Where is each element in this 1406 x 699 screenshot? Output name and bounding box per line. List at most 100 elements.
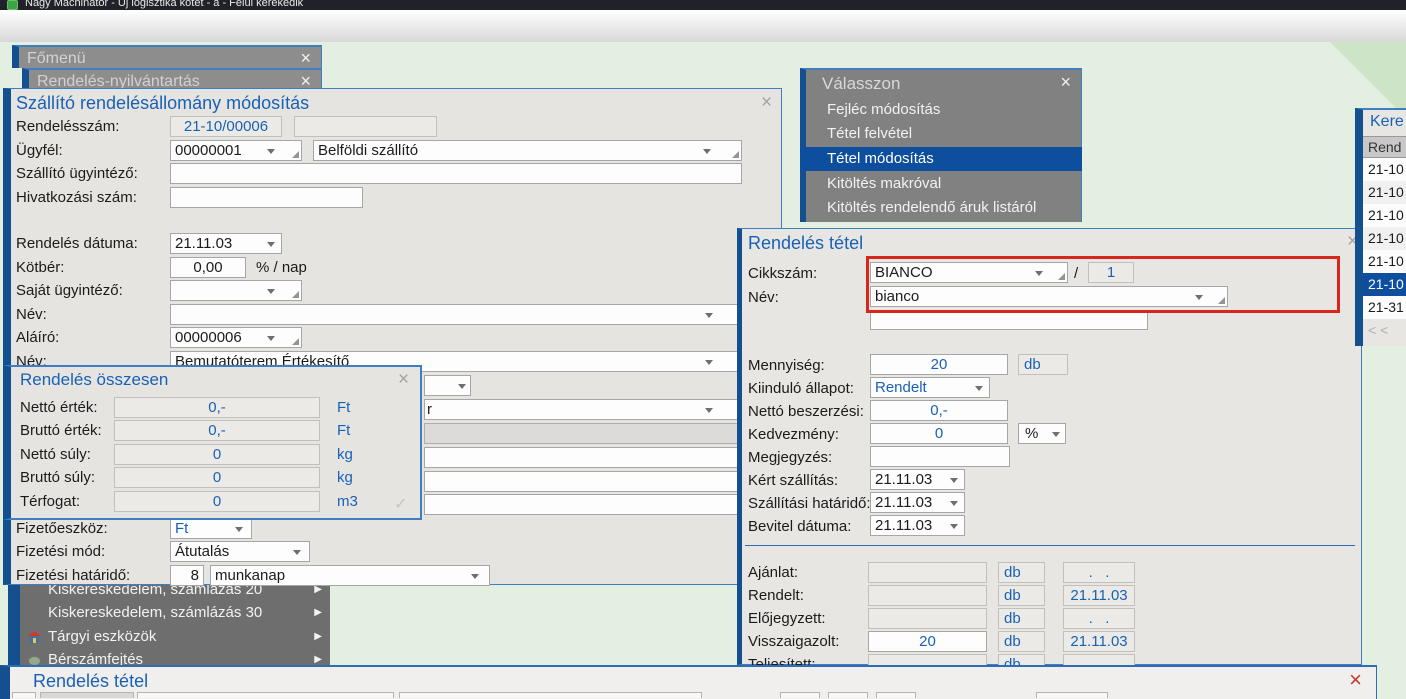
osszesen-dialog-title: Rendelés összesen	[20, 370, 168, 390]
dropdown-arrow-icon[interactable]	[458, 384, 466, 393]
terfogat-field: 0	[114, 491, 320, 512]
dropdown-arrow-icon[interactable]	[705, 408, 713, 417]
kotber-field[interactable]: 0,00	[170, 257, 246, 278]
partial-field[interactable]	[424, 471, 742, 492]
combo-handle-icon[interactable]	[292, 151, 299, 158]
field-label: Nettó súly:	[20, 444, 91, 465]
field-label: Ügyfél:	[16, 140, 63, 161]
field-label: Saját ügyintéző:	[16, 280, 123, 301]
menu-item-fejlec-modositas[interactable]: Fejléc módosítás	[827, 98, 940, 121]
dropdown-arrow-icon[interactable]	[950, 478, 958, 487]
fomenu-title: Főmenü	[27, 49, 86, 69]
brutto-ertek-value: 0,-	[115, 421, 319, 440]
rendelesszam-field[interactable]: 21-10/00006	[170, 116, 282, 137]
ajanlat-unit-field: db	[998, 562, 1045, 583]
dropdown-arrow-icon[interactable]	[267, 149, 275, 158]
order-row[interactable]: 21-10	[1363, 204, 1406, 227]
pager-arrows[interactable]: < <	[1363, 319, 1406, 342]
dropdown-arrow-icon[interactable]	[950, 524, 958, 533]
field-label: Hivatkozási szám:	[16, 187, 137, 208]
partial-field[interactable]: r	[424, 399, 742, 420]
fizetesi-hatarido-unit-combo[interactable]: munkanap	[210, 565, 490, 586]
field-label: Kötbér:	[16, 257, 64, 278]
app-icon	[7, 0, 18, 10]
partial-field[interactable]	[424, 447, 742, 468]
menu-item-kiskereskedelem-30[interactable]: Kiskereskedelem, számlázás 30	[48, 601, 262, 624]
dropdown-arrow-icon[interactable]	[703, 149, 711, 158]
netto-beszerzesi-field[interactable]: 0,-	[870, 400, 1008, 421]
dropdown-arrow-icon[interactable]	[471, 574, 479, 583]
field-label: Ajánlat:	[748, 562, 798, 583]
elojegyzett-unit-field: db	[998, 608, 1045, 629]
field-label: Megjegyzés:	[748, 447, 832, 468]
menu-item-tetel-modositas[interactable]: Tétel módosítás	[827, 147, 934, 170]
kiindulo-allapot-combo[interactable]: Rendelt	[870, 377, 990, 398]
partial-field	[1036, 692, 1108, 698]
tetel-nev2-field[interactable]	[870, 311, 1148, 330]
szallitasi-hatarido-combo[interactable]: 21.11.03	[870, 492, 965, 513]
kedvezmeny-field[interactable]: 0	[870, 423, 1008, 444]
fizetesi-mod-combo[interactable]: Átutalás	[170, 541, 310, 562]
combo-handle-icon[interactable]	[292, 338, 299, 345]
bevitel-datuma-combo[interactable]: 21.11.03	[870, 515, 965, 536]
dropdown-arrow-icon[interactable]	[293, 550, 301, 559]
szallito-ugyintezo-field[interactable]	[170, 163, 742, 184]
bottom-close-icon[interactable]: ×	[1349, 667, 1362, 693]
check-icon[interactable]: ✓	[394, 494, 407, 515]
sajat-ugyintezo-combo[interactable]	[170, 280, 302, 301]
dropdown-arrow-icon[interactable]	[705, 360, 713, 369]
szallito-close-icon[interactable]: ×	[761, 93, 772, 112]
partial-combo-field[interactable]	[424, 375, 471, 396]
menu-item-tetel-felvetel[interactable]: Tétel felvétel	[827, 122, 912, 145]
valasszon-close-icon[interactable]: ×	[1060, 73, 1071, 92]
order-row-selected[interactable]: 21-10	[1363, 273, 1406, 296]
dropdown-arrow-icon[interactable]	[1052, 432, 1060, 441]
rendelesszam-field-2[interactable]	[294, 116, 437, 137]
fizetoeszkoz-combo[interactable]: Ft	[170, 518, 252, 539]
menu-item-kitoltes-makroval[interactable]: Kitöltés makróval	[827, 172, 941, 195]
order-row[interactable]: 21-10	[1363, 158, 1406, 181]
combo-handle-icon[interactable]	[732, 151, 739, 158]
dropdown-arrow-icon[interactable]	[950, 501, 958, 510]
field-label: Nettó beszerzési:	[748, 401, 864, 422]
bottom-window-title: Rendelés tétel	[33, 671, 148, 692]
dropdown-arrow-icon[interactable]	[267, 242, 275, 251]
combo-handle-icon[interactable]	[292, 291, 299, 298]
kert-szallitas-combo[interactable]: 21.11.03	[870, 469, 965, 490]
order-row[interactable]: 21-10	[1363, 181, 1406, 204]
kereses-column-header[interactable]: Rend	[1363, 136, 1406, 158]
mennyiseg-field[interactable]: 20	[870, 354, 1008, 375]
partial-field[interactable]	[424, 494, 742, 515]
field-label: Fizetőeszköz:	[16, 518, 108, 539]
hivatkozasi-szam-field[interactable]	[170, 187, 363, 208]
dropdown-arrow-icon[interactable]	[267, 336, 275, 345]
menu-item-kiskereskedelem-20[interactable]: Kiskereskedelem, számlázás 20	[48, 585, 262, 601]
osszesen-close-icon[interactable]: ×	[398, 370, 409, 389]
fizetesi-hatarido-value: 8	[171, 566, 203, 585]
nev1-field[interactable]	[170, 304, 742, 325]
dropdown-arrow-icon[interactable]	[267, 289, 275, 298]
fomenu-close-icon[interactable]: ×	[300, 49, 311, 68]
order-row[interactable]: 21-31	[1363, 296, 1406, 319]
order-row[interactable]: 21-10	[1363, 227, 1406, 250]
visszaigazolt-qty-field[interactable]: 20	[868, 631, 987, 652]
kedvezmeny-unit-combo[interactable]: %	[1018, 423, 1066, 444]
dropdown-arrow-icon[interactable]	[235, 527, 243, 536]
fizetesi-hatarido-field[interactable]: 8	[170, 565, 204, 586]
alairo-combo[interactable]: 00000006	[170, 327, 302, 348]
dropdown-arrow-icon[interactable]	[705, 313, 713, 322]
order-row[interactable]: 21-10	[1363, 250, 1406, 273]
kedvezmeny-value: 0	[871, 424, 1007, 443]
menu-item-targyi-eszkozok[interactable]: Tárgyi eszközök	[48, 625, 156, 648]
ugyfel-name-combo[interactable]: Belföldi szállító	[313, 140, 742, 161]
field-label: Név:	[748, 287, 779, 308]
menu-item-kitoltes-listarol[interactable]: Kitöltés rendelendő áruk listáról	[827, 196, 1036, 219]
elojegyzett-date-field: . .	[1063, 608, 1135, 629]
rendeles-datuma-combo[interactable]: 21.11.03	[170, 233, 282, 254]
rendelt-qty-field	[868, 585, 987, 606]
application-window: Nagy Machinátor - Új logisztika kötet - …	[0, 0, 1406, 699]
megjegyzes-field[interactable]	[870, 446, 1010, 467]
field-label: Nettó érték:	[20, 397, 98, 418]
ugyfel-code-combo[interactable]: 00000001	[170, 140, 302, 161]
dropdown-arrow-icon[interactable]	[975, 386, 983, 395]
